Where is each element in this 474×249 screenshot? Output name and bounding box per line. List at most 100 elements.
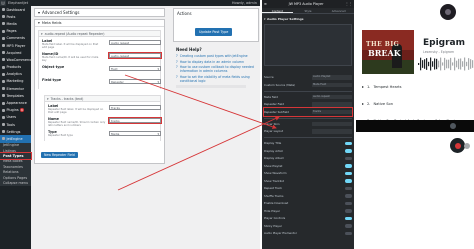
field-label: Field type <box>42 78 62 82</box>
meta-fields-header[interactable]: ▾ Meta fields <box>35 20 164 27</box>
menu-item-icon <box>2 101 5 105</box>
help-link[interactable]: ? How to use custom callback to display n… <box>176 65 256 73</box>
inner-row-header[interactable]: ▾ Tracks - tracks (text) <box>44 95 161 102</box>
menu-item[interactable]: Appearance <box>0 99 31 106</box>
waveform[interactable] <box>418 56 474 72</box>
control-row: Hide Player <box>264 207 352 215</box>
menu-item-label: Media <box>6 21 17 26</box>
admin-bar-user[interactable]: Howdy, admin <box>232 1 260 5</box>
waveform-bar <box>466 61 468 67</box>
field-input[interactable]: Audio repeat <box>109 40 161 45</box>
menu-item[interactable]: Pages <box>0 28 31 35</box>
menu-item[interactable]: Analytics <box>0 71 31 78</box>
menu-item[interactable]: Products <box>0 64 31 71</box>
submenu-item[interactable]: Collapse menu <box>0 180 31 186</box>
control-select[interactable] <box>312 129 352 134</box>
control-select[interactable] <box>312 121 352 126</box>
help-link[interactable]: ? How to set the visibility of meta field… <box>176 75 256 83</box>
advanced-settings-header[interactable]: ▾ Advanced Settings <box>34 8 165 17</box>
control-toggle[interactable] <box>345 231 352 235</box>
menu-item[interactable]: Posts <box>0 13 31 20</box>
control-row: Show Tracklist <box>264 177 352 185</box>
control-toggle[interactable] <box>345 194 352 198</box>
meta-field-row: Label Repeater field label. It will be di… <box>44 102 161 115</box>
menu-item[interactable]: Elementor <box>0 85 31 92</box>
field-select[interactable]: Field <box>109 66 161 71</box>
help-link-text: How to display data in an admin column <box>179 59 245 64</box>
control-row: Player Layout <box>264 128 352 136</box>
menu-item-label: Posts <box>6 14 16 19</box>
field-input[interactable]: tracks <box>108 117 162 124</box>
control-toggle[interactable] <box>345 156 352 160</box>
control-toggle[interactable] <box>345 179 352 183</box>
user-avatar-icon[interactable] <box>450 122 456 129</box>
field-input[interactable]: audio-repeat <box>108 52 162 59</box>
waveform-bar <box>456 60 458 68</box>
control-toggle[interactable] <box>345 186 352 190</box>
control-toggle[interactable] <box>345 164 352 168</box>
field-input[interactable]: Tracks <box>109 105 161 110</box>
meta-field-row: Label Meta field label. It will be displa… <box>38 37 161 50</box>
menu-item[interactable]: Settings <box>0 128 31 135</box>
control-toggle[interactable] <box>345 216 352 220</box>
control-select[interactable] <box>312 102 352 107</box>
menu-item[interactable]: MP3 Player <box>0 42 31 49</box>
menu-item[interactable]: Dashboard <box>0 6 31 13</box>
track-item[interactable]: ▸ 1. Tempest Hearts <box>362 78 472 95</box>
help-circle-icon: ? <box>176 65 178 69</box>
menu-item-label: Templates <box>6 93 24 98</box>
menu-item[interactable]: Tools <box>0 121 31 128</box>
cover-text-line2: BREAK <box>368 48 401 58</box>
control-label: Source <box>264 75 274 80</box>
cover-text-line1: THE BIG <box>366 41 400 48</box>
tab-advanced[interactable]: Advanced <box>323 8 354 13</box>
admin-bar-site[interactable]: ElephantJet <box>6 1 28 5</box>
control-select[interactable]: tracks <box>312 109 352 114</box>
control-row: Show Playlist <box>264 162 352 170</box>
update-post-type-button[interactable]: Update Post Type <box>195 28 233 36</box>
menu-item[interactable]: JetEngine <box>0 135 31 143</box>
help-link[interactable]: ? Creating custom post types with JetEngi… <box>176 54 256 58</box>
control-select[interactable]: audio-repeat <box>312 94 352 99</box>
control-toggle[interactable] <box>345 224 352 228</box>
control-toggle[interactable] <box>345 201 352 205</box>
menu-item[interactable]: Plugins 6 <box>0 107 31 114</box>
menu-item[interactable]: Comments <box>0 35 31 42</box>
control-row: Shuffle Tracks <box>264 192 352 200</box>
repeater-row-header[interactable]: ▾ audio-repeat (Audio repeat Repeater) <box>38 30 161 37</box>
hamburger-icon[interactable]: ≡ <box>264 2 267 6</box>
image-cover-dropzone[interactable] <box>264 24 352 66</box>
menu-item-icon <box>2 137 5 141</box>
field-select[interactable]: Media <box>109 131 161 136</box>
track-item[interactable]: ▸ 2. Native Son <box>362 95 472 112</box>
tab-style[interactable]: Style <box>293 8 324 13</box>
menu-item[interactable]: WooCommerce <box>0 56 31 63</box>
control-select[interactable]: Meta Field <box>312 82 352 87</box>
screenshot-root: W ElephantJet Howdy, admin Dashboard Post… <box>0 0 474 249</box>
chat-button[interactable] <box>450 138 465 153</box>
more-icon[interactable] <box>464 143 470 149</box>
menu-item[interactable]: Users <box>0 114 31 121</box>
control-toggle[interactable] <box>345 141 352 145</box>
submenu-item[interactable]: Options Pages <box>0 174 31 181</box>
tab-content[interactable]: Content <box>262 8 293 13</box>
menu-item[interactable]: Media <box>0 20 31 27</box>
control-toggle[interactable] <box>345 209 352 213</box>
menu-item[interactable]: Marketing <box>0 78 31 85</box>
vinyl-icon <box>440 4 456 20</box>
admin-bar: W ElephantJet Howdy, admin <box>0 0 260 6</box>
new-repeater-field-button[interactable]: New Repeater Field <box>41 151 78 159</box>
control-toggle[interactable] <box>345 149 352 153</box>
control-select[interactable]: Audio Playlist <box>312 75 352 80</box>
menu-item[interactable]: Acquired <box>0 49 31 56</box>
control-toggle[interactable] <box>345 171 352 175</box>
menu-item[interactable]: Templates <box>0 92 31 99</box>
control-row: Source Audio Playlist <box>264 74 352 82</box>
help-box: Need Help? ? Creating custom post types w… <box>173 45 259 90</box>
control-label: Repeater Subfield <box>264 109 289 114</box>
help-link[interactable]: ? How to display data in an admin column <box>176 60 256 64</box>
waveform-bar <box>450 57 452 71</box>
field-select[interactable]: Repeater <box>109 79 161 84</box>
grid-icon[interactable]: ⋮⋮ <box>345 2 352 6</box>
actions-title: Actions <box>177 11 192 16</box>
